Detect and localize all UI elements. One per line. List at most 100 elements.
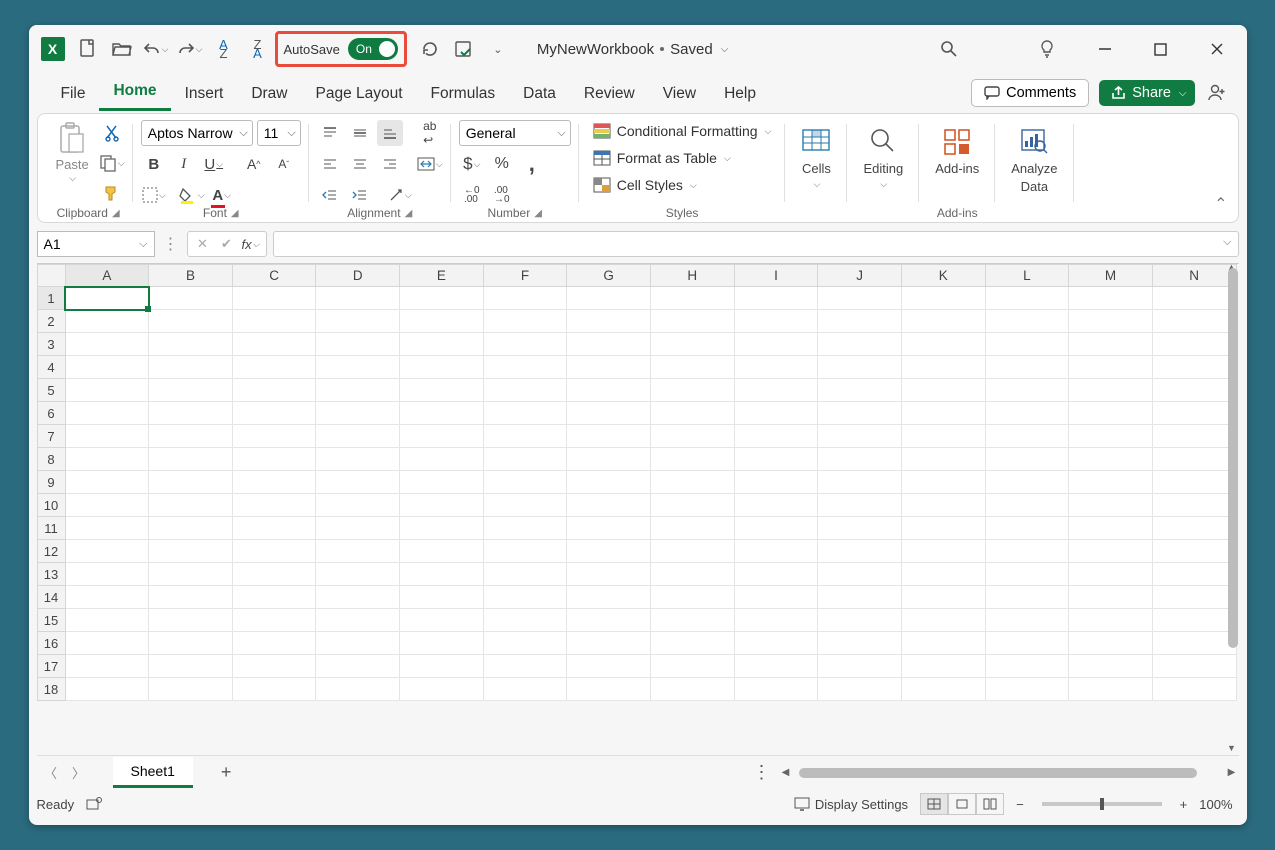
cell[interactable] <box>818 632 902 655</box>
row-header[interactable]: 13 <box>37 563 65 586</box>
cell[interactable] <box>400 356 484 379</box>
cell[interactable] <box>818 517 902 540</box>
cell[interactable] <box>483 356 567 379</box>
cell[interactable] <box>483 448 567 471</box>
cell[interactable] <box>149 333 233 356</box>
cut-icon[interactable] <box>99 120 125 146</box>
cell[interactable] <box>985 448 1069 471</box>
cell[interactable] <box>483 471 567 494</box>
cell[interactable] <box>1152 356 1236 379</box>
cell[interactable] <box>316 310 400 333</box>
select-all-corner[interactable] <box>37 265 65 287</box>
tab-page-layout[interactable]: Page Layout <box>302 79 417 111</box>
cell[interactable] <box>650 287 734 310</box>
column-header[interactable]: D <box>316 265 400 287</box>
cell[interactable] <box>400 609 484 632</box>
cell[interactable] <box>1152 678 1236 701</box>
cell[interactable] <box>734 287 818 310</box>
cell[interactable] <box>316 379 400 402</box>
cell[interactable] <box>901 471 985 494</box>
cell[interactable] <box>567 540 651 563</box>
tab-help[interactable]: Help <box>710 79 770 111</box>
cell[interactable] <box>818 425 902 448</box>
increase-font-icon[interactable]: A^ <box>241 151 267 177</box>
cell[interactable] <box>734 448 818 471</box>
cell[interactable] <box>483 563 567 586</box>
cell[interactable] <box>316 425 400 448</box>
cell[interactable] <box>483 425 567 448</box>
cell[interactable] <box>650 494 734 517</box>
page-layout-view-icon[interactable] <box>948 793 976 815</box>
sort-desc-icon[interactable]: ZA <box>245 36 271 62</box>
cell[interactable] <box>985 471 1069 494</box>
cell[interactable] <box>901 425 985 448</box>
cell[interactable] <box>65 448 149 471</box>
row-header[interactable]: 18 <box>37 678 65 701</box>
cell[interactable] <box>1152 494 1236 517</box>
enter-formula-icon[interactable]: ✔ <box>216 233 238 255</box>
cell[interactable] <box>650 356 734 379</box>
conditional-formatting-button[interactable]: Conditional Formatting⌵ <box>587 120 778 142</box>
dialog-launcher-icon[interactable]: ◢ <box>112 208 120 219</box>
cell[interactable] <box>985 333 1069 356</box>
page-break-view-icon[interactable] <box>976 793 1004 815</box>
sync-icon[interactable] <box>451 36 477 62</box>
orientation-icon[interactable]: ⌵ <box>387 182 413 208</box>
cell[interactable] <box>1152 586 1236 609</box>
vertical-scroll-thumb[interactable] <box>1228 268 1238 648</box>
cell[interactable] <box>650 471 734 494</box>
horizontal-scrollbar[interactable] <box>799 767 1219 779</box>
cell[interactable] <box>1152 471 1236 494</box>
next-sheet-arrow[interactable]: 〉 <box>65 761 93 785</box>
cell[interactable] <box>400 540 484 563</box>
cell[interactable] <box>232 540 316 563</box>
cell[interactable] <box>1069 448 1153 471</box>
cell[interactable] <box>901 356 985 379</box>
cell[interactable] <box>232 471 316 494</box>
cell[interactable] <box>985 379 1069 402</box>
row-header[interactable]: 5 <box>37 379 65 402</box>
cell[interactable] <box>734 563 818 586</box>
cell[interactable] <box>149 609 233 632</box>
underline-button[interactable]: U⌵ <box>201 151 227 177</box>
align-right-icon[interactable] <box>377 151 403 177</box>
cell[interactable] <box>1069 540 1153 563</box>
cell[interactable] <box>901 517 985 540</box>
percent-format-icon[interactable]: % <box>489 151 515 177</box>
cell[interactable] <box>985 402 1069 425</box>
cell[interactable] <box>901 333 985 356</box>
decrease-indent-icon[interactable] <box>317 182 343 208</box>
cell[interactable] <box>901 586 985 609</box>
cell[interactable] <box>818 379 902 402</box>
cell[interactable] <box>400 655 484 678</box>
cell[interactable] <box>1069 678 1153 701</box>
cell[interactable] <box>650 586 734 609</box>
cell[interactable] <box>149 586 233 609</box>
cell[interactable] <box>65 402 149 425</box>
cell[interactable] <box>232 655 316 678</box>
cell[interactable] <box>1152 540 1236 563</box>
cell[interactable] <box>400 517 484 540</box>
dialog-launcher-icon[interactable]: ◢ <box>534 208 542 219</box>
cell[interactable] <box>901 632 985 655</box>
font-size-select[interactable]: 11 <box>257 120 301 146</box>
cell[interactable] <box>567 517 651 540</box>
cell[interactable] <box>1152 655 1236 678</box>
cell[interactable] <box>1152 517 1236 540</box>
cell[interactable] <box>734 494 818 517</box>
cell[interactable] <box>1069 333 1153 356</box>
row-header[interactable]: 2 <box>37 310 65 333</box>
cell[interactable] <box>567 494 651 517</box>
cell[interactable] <box>818 563 902 586</box>
accounting-format-icon[interactable]: $⌵ <box>459 151 485 177</box>
cell[interactable] <box>149 471 233 494</box>
cell[interactable] <box>1069 632 1153 655</box>
zoom-level[interactable]: 100% <box>1199 797 1232 812</box>
autosave-toggle[interactable]: On <box>348 38 398 60</box>
row-header[interactable]: 1 <box>37 287 65 310</box>
row-header[interactable]: 12 <box>37 540 65 563</box>
cell[interactable] <box>232 494 316 517</box>
tab-view[interactable]: View <box>649 79 710 111</box>
cell[interactable] <box>734 609 818 632</box>
increase-indent-icon[interactable] <box>347 182 373 208</box>
